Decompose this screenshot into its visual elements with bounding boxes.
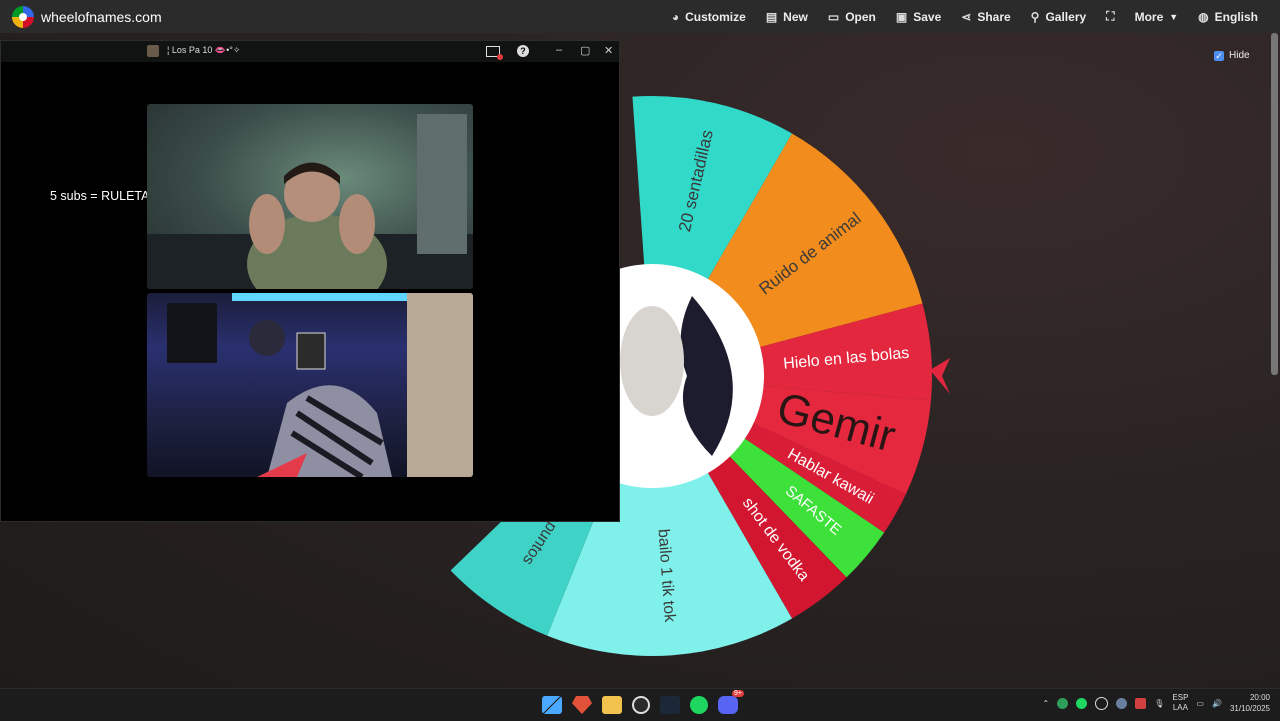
wheel-pointer-icon bbox=[930, 358, 950, 394]
help-icon[interactable]: ? bbox=[517, 45, 529, 57]
obs-icon[interactable] bbox=[632, 696, 650, 714]
taskbar-apps: 9+ bbox=[542, 690, 744, 714]
clock-time: 20:00 bbox=[1249, 693, 1270, 702]
network-icon[interactable]: ▭ bbox=[1196, 699, 1204, 708]
brave-browser-icon[interactable] bbox=[572, 696, 592, 714]
webcam-feed-2[interactable] bbox=[147, 293, 473, 477]
spotify-icon[interactable] bbox=[690, 696, 708, 714]
clock-date: 31/10/2025 bbox=[1229, 704, 1270, 713]
volume-icon[interactable]: 🔊 bbox=[1212, 699, 1222, 708]
tray-spotify-icon[interactable] bbox=[1076, 697, 1088, 709]
webcam-feed-1[interactable] bbox=[147, 104, 473, 289]
close-icon[interactable]: ✕ bbox=[604, 44, 613, 57]
stream-popout-window: ¦ Los Pa 10 👄•°✧ ? – ▢ ✕ 5 subs = RULETA… bbox=[0, 40, 620, 522]
os-taskbar: 9+ ⌃ 🎙 ESP LAA ▭ 🔊 20:00 31/10/2025 bbox=[0, 688, 1280, 721]
input-language[interactable]: ESP LAA bbox=[1172, 693, 1188, 713]
tray-obs-icon[interactable] bbox=[1095, 696, 1109, 710]
screen-share-icon[interactable] bbox=[486, 46, 503, 60]
discord-badge: 9+ bbox=[732, 690, 744, 697]
webcam-scene-2 bbox=[167, 293, 473, 477]
start-windows-icon[interactable] bbox=[542, 696, 562, 714]
popout-title: ¦ Los Pa 10 👄•°✧ bbox=[167, 45, 241, 55]
server-avatar bbox=[147, 45, 159, 57]
file-explorer-icon[interactable] bbox=[602, 696, 622, 714]
popout-titlebar[interactable]: ¦ Los Pa 10 👄•°✧ ? – ▢ ✕ bbox=[1, 41, 619, 62]
lang-bottom: LAA bbox=[1172, 703, 1188, 712]
microphone-icon[interactable]: 🎙 bbox=[1154, 699, 1164, 708]
minimize-icon[interactable]: – bbox=[556, 44, 562, 56]
webcam-scene-1 bbox=[147, 114, 473, 289]
discord-icon[interactable]: 9+ bbox=[718, 690, 744, 714]
clock[interactable]: 20:00 31/10/2025 bbox=[1230, 692, 1270, 714]
tray-app-icon[interactable] bbox=[1057, 697, 1069, 709]
center-art-blob bbox=[620, 306, 684, 416]
tray-expand-icon[interactable]: ⌃ bbox=[1043, 699, 1050, 708]
steam-icon[interactable] bbox=[660, 696, 680, 714]
tray-steam-icon[interactable] bbox=[1116, 697, 1128, 709]
tray-flag-icon[interactable] bbox=[1135, 697, 1147, 709]
lang-top: ESP bbox=[1172, 693, 1189, 702]
system-tray: ⌃ 🎙 ESP LAA ▭ 🔊 20:00 31/10/2025 bbox=[1043, 692, 1270, 714]
maximize-icon[interactable]: ▢ bbox=[580, 44, 590, 57]
